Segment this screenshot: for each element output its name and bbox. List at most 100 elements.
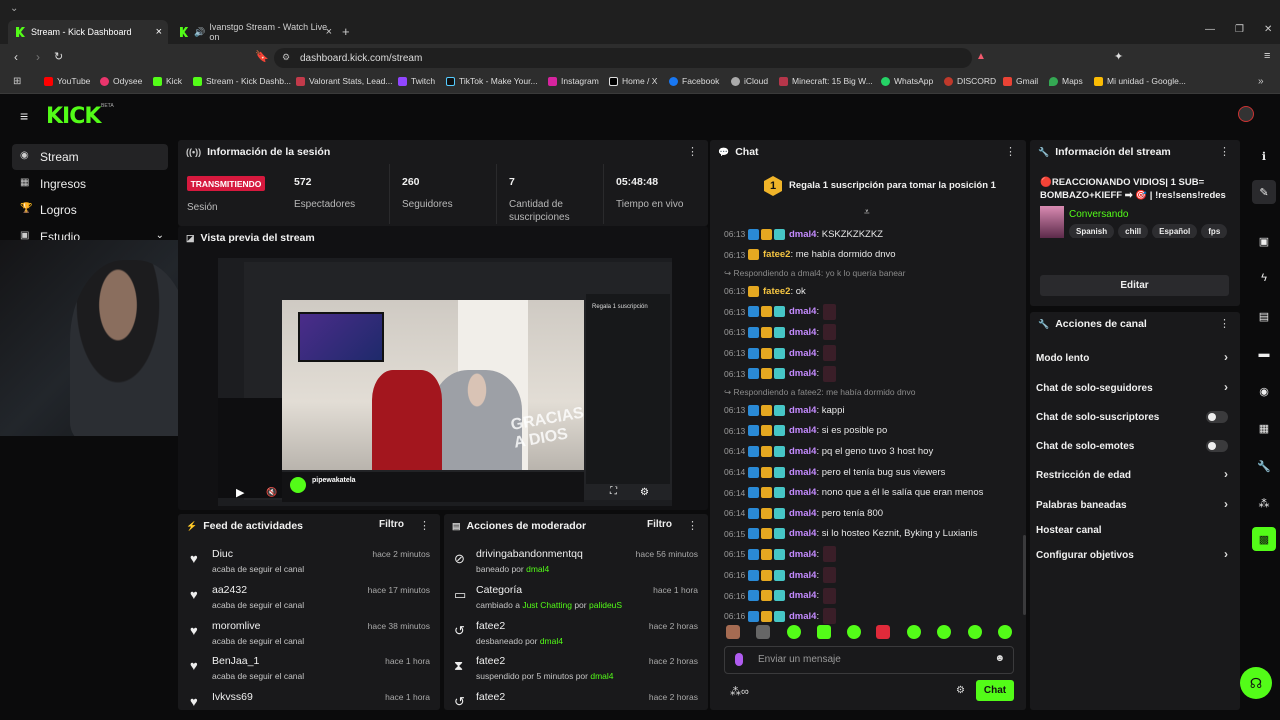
chat-username[interactable]: fatee2 — [763, 286, 790, 297]
screen-icon[interactable]: ▣ — [1252, 229, 1276, 253]
emote-icon[interactable] — [787, 625, 801, 639]
emote-icon[interactable] — [937, 625, 951, 639]
bookmark-instagram[interactable]: Instagram — [548, 76, 599, 86]
minimize-button[interactable]: — — [1205, 24, 1215, 35]
tag[interactable]: Español — [1152, 224, 1198, 238]
bookmark-twitch[interactable]: Twitch — [398, 76, 435, 86]
tag[interactable]: Spanish — [1069, 224, 1115, 238]
bookmark-drive[interactable]: Mi unidad - Google... — [1094, 76, 1186, 86]
chat-username[interactable]: dmal4 — [789, 590, 816, 601]
emote-icon[interactable] — [907, 625, 921, 639]
moderator-name[interactable]: dmal4 — [526, 564, 549, 574]
bookmark-tiktok[interactable]: TikTok - Make Your... — [446, 76, 538, 86]
moderator-name[interactable]: dmal4 — [540, 636, 563, 646]
emote-icon[interactable] — [998, 625, 1012, 639]
chat-username[interactable]: dmal4 — [789, 425, 816, 436]
more-options-icon[interactable]: ⋮ — [1219, 145, 1230, 158]
bookmark-minecraft[interactable]: Minecraft: 15 Big W... — [779, 76, 873, 86]
chat-username[interactable]: dmal4 — [789, 405, 816, 416]
kick-logo[interactable]: KICK — [46, 104, 101, 129]
pencil-icon[interactable]: ✎ — [1252, 180, 1276, 204]
support-button[interactable]: ☊ — [1240, 667, 1272, 699]
bookmark-x[interactable]: Home / X — [609, 76, 657, 86]
chat-username[interactable]: fatee2 — [763, 249, 790, 260]
info-icon[interactable]: ℹ — [1252, 144, 1276, 168]
chat-username[interactable]: dmal4 — [789, 368, 816, 379]
emote-icon[interactable] — [968, 625, 982, 639]
more-options-icon[interactable]: ⋮ — [687, 145, 698, 158]
points-icon[interactable]: ⁂∞ — [730, 685, 749, 698]
stream-video[interactable]: GRACIAS A DIOS Regala 1 suscripción pipe… — [218, 258, 672, 506]
moderator-name[interactable]: dmal4 — [590, 671, 613, 681]
chat-icon[interactable]: ▬ — [1252, 342, 1276, 366]
chat-username[interactable]: dmal4 — [789, 348, 816, 359]
action-banned-words[interactable]: Palabras baneadas › — [1036, 494, 1232, 516]
chat-username[interactable]: dmal4 — [789, 467, 816, 478]
hamburger-menu-icon[interactable]: ≡ — [20, 108, 28, 124]
chat-settings-icon[interactable]: ⚙ — [956, 685, 965, 696]
tab-kick-dashboard[interactable]: Stream - Kick Dashboard × — [8, 20, 168, 44]
apps-icon[interactable]: ⊞ — [13, 76, 21, 87]
tab-search-icon[interactable]: ⌄ — [10, 3, 18, 14]
wrench-icon[interactable]: 🔧 — [1252, 454, 1276, 478]
chat-scrollbar[interactable] — [1023, 535, 1026, 615]
chat-username[interactable]: dmal4 — [789, 446, 816, 457]
action-host-channel[interactable]: Hostear canal — [1036, 519, 1232, 541]
bookmark-discord[interactable]: DISCORD — [944, 76, 996, 86]
fullscreen-icon[interactable]: ⛶ — [610, 486, 617, 497]
pinned-gift-banner[interactable]: 1 Regala 1 suscripción para tomar la pos… — [712, 170, 1024, 206]
sidebar-item-logros[interactable]: 🏆 Logros — [12, 197, 168, 223]
emoji-icon[interactable]: ☻ — [994, 653, 1005, 664]
group-icon[interactable]: ⁂ — [1252, 491, 1276, 515]
close-window-button[interactable]: ✕ — [1264, 24, 1272, 35]
bookmark-odysee[interactable]: Odysee — [100, 76, 142, 86]
category-link[interactable]: Just Chatting — [522, 600, 572, 610]
bookmark-youtube[interactable]: YouTube — [44, 76, 90, 86]
emote-icon[interactable] — [726, 625, 740, 639]
more-options-icon[interactable]: ⋮ — [687, 519, 698, 532]
back-icon[interactable]: ‹ — [14, 50, 18, 64]
bookmark-icon[interactable]: 🔖 — [255, 50, 269, 63]
more-options-icon[interactable]: ⋮ — [1219, 317, 1230, 330]
chat-username[interactable]: dmal4 — [789, 570, 816, 581]
bookmark-whatsapp[interactable]: WhatsApp — [881, 76, 933, 86]
tab-ivanstgo-stream[interactable]: 🔊 Ivanstgo Stream - Watch Live on × — [172, 20, 336, 44]
maximize-button[interactable]: ❐ — [1235, 24, 1244, 35]
bookmark-maps[interactable]: Maps — [1049, 76, 1083, 86]
broadcast-icon[interactable]: ◉ — [1252, 379, 1276, 403]
chat-username[interactable]: dmal4 — [789, 528, 816, 539]
tag[interactable]: fps — [1201, 224, 1228, 238]
mod-tools-icon[interactable]: ▦ — [1252, 416, 1276, 440]
filter-button[interactable]: Filtro — [647, 519, 672, 530]
filter-button[interactable]: Filtro — [379, 519, 404, 530]
extensions-icon[interactable]: ✦ — [1114, 50, 1123, 63]
bookmark-valorant[interactable]: Valorant Stats, Lead... — [296, 76, 392, 86]
bookmark-kick-dashboard[interactable]: Stream - Kick Dashb... — [193, 76, 291, 86]
bookmark-icloud[interactable]: iCloud — [731, 76, 768, 86]
reload-icon[interactable]: ↻ — [54, 50, 63, 63]
url-field[interactable]: ⚙ dashboard.kick.com/stream — [274, 48, 972, 68]
menu-icon[interactable]: ≡ — [1264, 50, 1270, 62]
close-tab-icon[interactable]: × — [326, 26, 332, 38]
forward-icon[interactable]: › — [36, 50, 40, 64]
more-options-icon[interactable]: ⋮ — [419, 519, 430, 532]
chat-input[interactable]: Enviar un mensaje ☻ — [724, 646, 1014, 674]
chat-username[interactable]: dmal4 — [789, 508, 816, 519]
emote-icon[interactable] — [847, 625, 861, 639]
more-options-icon[interactable]: ⋮ — [1005, 145, 1016, 158]
emote-icon[interactable] — [876, 625, 890, 639]
emote-icon[interactable] — [817, 625, 831, 639]
bookmark-gmail[interactable]: Gmail — [1003, 76, 1038, 86]
action-followers-only[interactable]: Chat de solo-seguidores › — [1036, 377, 1232, 399]
action-configure-goals[interactable]: Configurar objetivos › — [1036, 544, 1232, 566]
more-bookmarks-icon[interactable]: » — [1258, 76, 1264, 87]
close-tab-icon[interactable]: × — [156, 26, 162, 38]
chat-username[interactable]: dmal4 — [789, 327, 816, 338]
mute-icon[interactable]: 🔇 — [266, 487, 277, 498]
chat-username[interactable]: dmal4 — [789, 487, 816, 498]
mic-icon[interactable] — [735, 653, 743, 666]
sidebar-item-stream[interactable]: ◉ Stream — [12, 144, 168, 170]
subscribers-only-toggle[interactable] — [1206, 411, 1228, 423]
tag[interactable]: chill — [1118, 224, 1149, 238]
action-slow-mode[interactable]: Modo lento › — [1036, 347, 1232, 369]
